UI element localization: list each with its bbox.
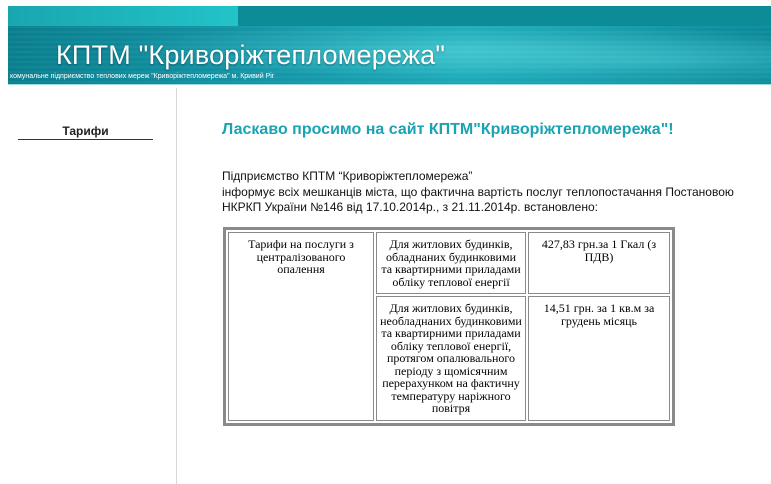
table-cell-price: 14,51 грн. за 1 кв.м за грудень місяць	[528, 296, 670, 421]
header-banner: КПТМ "Криворіжтепломережа" комунальне пі…	[8, 26, 771, 84]
intro-line-company: Підприємство КПТМ “Криворіжтепломережа”	[222, 169, 473, 183]
table-cell-price: 427,83 грн.за 1 Гкал (з ПДВ)	[528, 232, 670, 294]
sidebar-item-tariffs[interactable]: Тарифи	[18, 124, 153, 140]
sidebar	[0, 88, 176, 484]
site-title: КПТМ "Криворіжтепломережа"	[56, 40, 446, 70]
table-cell-category: Для житлових будинків, необладнаних буди…	[376, 296, 526, 421]
header-divider	[8, 84, 771, 85]
site-subtitle: комунальне підприємство теплових мереж "…	[10, 73, 275, 80]
intro-text: Підприємство КПТМ “Криворіжтепломережа” …	[222, 169, 752, 216]
top-strip	[0, 0, 771, 26]
table-row: Тарифи на послуги з централізованого опа…	[228, 232, 670, 421]
top-strip-dark	[238, 6, 771, 26]
tariff-table: Тарифи на послуги з централізованого опа…	[223, 227, 675, 426]
welcome-heading: Ласкаво просимо на сайт КПТМ"Криворіжтеп…	[222, 121, 674, 138]
top-strip-accent	[8, 6, 238, 26]
intro-line-notice: інформує всіх мешканців міста, що фактич…	[222, 184, 734, 215]
table-cell-category: Для житлових будинків, обладнаних будинк…	[376, 232, 526, 294]
table-cell-service: Тарифи на послуги з централізованого опа…	[228, 232, 374, 421]
sidebar-divider	[176, 88, 177, 484]
